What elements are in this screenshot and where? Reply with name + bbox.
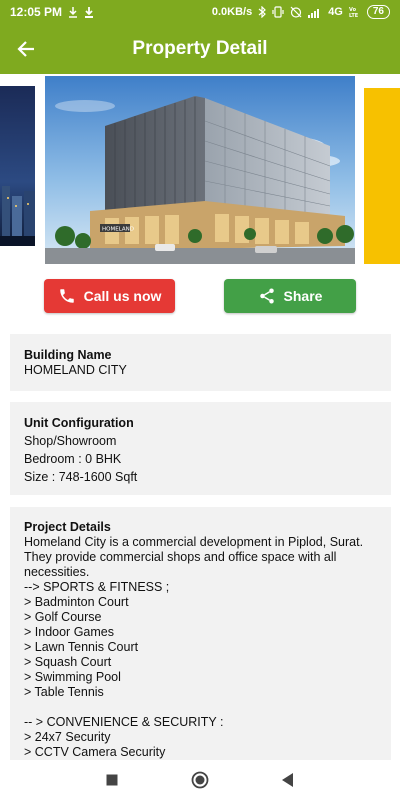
vibrate-icon [272,6,284,18]
volte-icon: VoLTE [349,7,359,18]
share-label: Share [283,288,323,304]
unit-size: Size : 748-1600 Sqft [24,470,138,484]
unit-type: Shop/Showroom [24,434,117,448]
carousel-prev-image[interactable] [0,86,35,246]
svg-text:LTE: LTE [349,13,359,18]
status-time: 12:05 PM [10,5,63,19]
battery-icon: 76 [366,5,390,19]
project-details-label: Project Details [24,520,111,534]
back-nav-button[interactable] [278,770,298,790]
project-detail-line: > Badminton Court [24,595,129,609]
building-name-value: HOMELAND CITY [24,363,127,377]
system-navigation-bar [0,760,400,800]
property-image[interactable]: HOMELAND [45,76,355,264]
signal-icon [308,8,320,18]
unit-bedroom: Bedroom : 0 BHK [24,452,122,466]
circle-icon [191,771,209,789]
project-detail-line: > CCTV Camera Security [24,745,166,759]
project-detail-line: > Lawn Tennis Court [24,640,139,654]
unit-configuration-label: Unit Configuration [24,416,134,430]
image-carousel[interactable]: HOMELAND [0,74,400,270]
download-icon [85,6,94,18]
project-detail-line: > Golf Course [24,610,102,624]
share-icon [259,288,274,304]
call-us-label: Call us now [83,288,162,304]
project-detail-line: > Indoor Games [24,625,114,639]
square-icon [106,774,118,786]
phone-icon [59,289,74,303]
project-detail-line: > Squash Court [24,655,112,669]
project-details-card: Project Details Homeland City is a comme… [10,507,391,767]
share-button[interactable]: Share [224,279,356,313]
bluetooth-icon [258,6,267,18]
network-type: 4G [328,6,343,18]
building-name-card: Building Name HOMELAND CITY [10,334,391,391]
svg-text:HOMELAND: HOMELAND [102,227,134,233]
project-detail-spacer [24,700,377,715]
network-speed: 0.0KB/s [211,6,253,18]
status-bar: 12:05 PM 0.0KB/s 4G Vo LTE 76 [0,0,400,24]
arrow-left-icon [17,41,34,57]
home-button[interactable] [190,770,210,790]
download-icon [69,6,78,18]
project-detail-line: --> SPORTS & FITNESS ; [24,580,170,594]
project-detail-line: -- > CONVENIENCE & SECURITY : [24,715,224,729]
recents-button[interactable] [102,770,122,790]
project-detail-line: > Table Tennis [24,685,104,699]
app-bar: Property Detail [0,24,400,74]
project-detail-line: > 24x7 Security [24,730,111,744]
project-detail-line: > Swimming Pool [24,670,121,684]
back-button[interactable] [0,24,52,74]
call-us-button[interactable]: Call us now [44,279,175,313]
project-description: Homeland City is a commercial developmen… [24,535,364,579]
carousel-next-image[interactable] [364,88,400,264]
triangle-back-icon [282,773,293,787]
alarm-off-icon [290,6,302,18]
page-title: Property Detail [132,38,268,59]
unit-configuration-card: Unit Configuration Shop/Showroom Bedroom… [10,402,391,495]
building-name-label: Building Name [24,348,112,362]
